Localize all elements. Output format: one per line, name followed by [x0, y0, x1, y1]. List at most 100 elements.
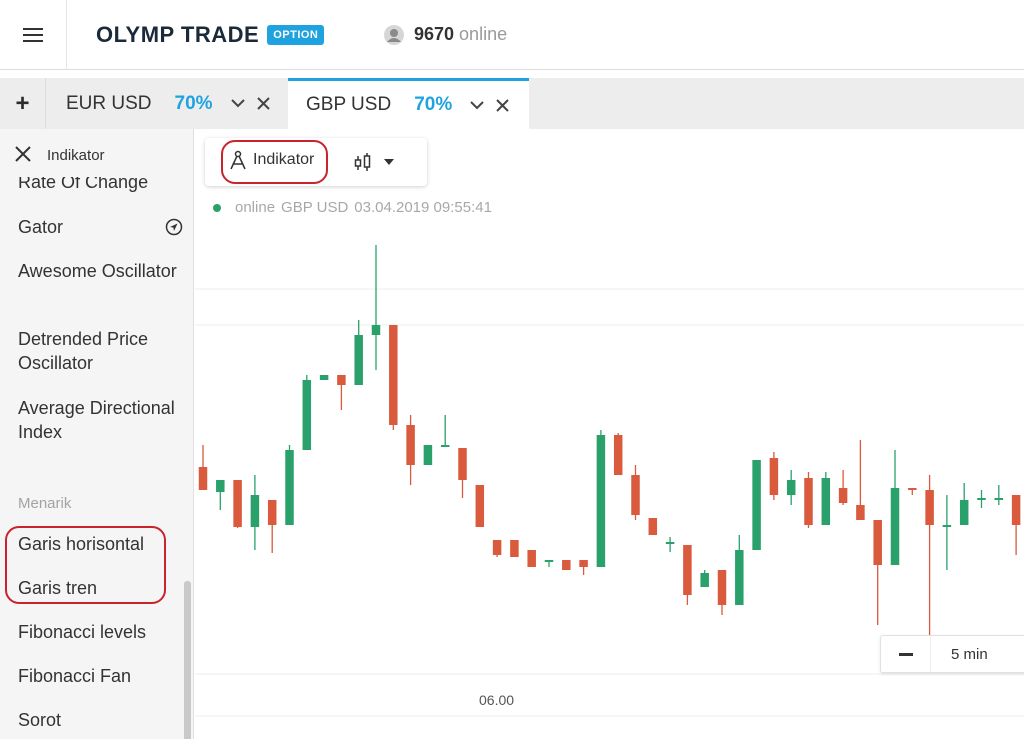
candle-body-down	[562, 560, 571, 570]
sidebar-item-average-directional-index[interactable]: Average Directional Index	[18, 396, 183, 444]
hamburger-icon	[23, 28, 43, 42]
candle-body-down	[838, 488, 848, 503]
online-status-dot	[213, 203, 221, 212]
candle-body-up	[977, 498, 986, 500]
candle-body-down	[510, 540, 519, 557]
online-count: 9670	[414, 24, 455, 44]
sidebar-item-garis-tren[interactable]: Garis tren	[18, 576, 183, 600]
logo-text: OLYMP TRADE	[96, 22, 260, 47]
caret-down-icon	[384, 159, 394, 165]
candle-body-down	[856, 505, 865, 520]
candle-body-down	[579, 560, 588, 567]
add-tab-button[interactable]: +	[0, 78, 46, 129]
candle-body-down	[908, 488, 917, 490]
chevron-down-icon[interactable]	[230, 99, 245, 108]
candle-body-up	[700, 573, 709, 587]
zoom-out-button[interactable]	[881, 636, 931, 672]
compass-icon	[230, 150, 246, 170]
indicator-sidebar: Rate Of Change Indikator Gator Awesome O…	[0, 129, 194, 739]
candle-body-down	[233, 480, 242, 527]
tab-asset-name: EUR USD	[66, 92, 152, 114]
sidebar-item-sorot[interactable]: Sorot	[18, 708, 183, 732]
minus-icon	[898, 652, 913, 656]
candle-body-down	[804, 478, 813, 525]
indicator-button[interactable]: Indikator	[229, 150, 314, 170]
candle-body-up	[821, 478, 831, 525]
sidebar-item-awesome-oscillator[interactable]: Awesome Oscillator	[18, 259, 183, 283]
candle-body-down	[389, 325, 398, 425]
live-status: online GBP USD 03.04.2019 09:55:41	[213, 199, 492, 216]
tab-payout-percent: 70%	[174, 92, 213, 114]
close-icon[interactable]	[496, 98, 509, 112]
candle-body-up	[354, 335, 363, 385]
candle-body-down	[631, 475, 640, 515]
candle-body-up	[959, 500, 969, 525]
tab-eur-usd[interactable]: EUR USD 70%	[46, 78, 288, 129]
hamburger-menu-button[interactable]	[0, 0, 67, 70]
live-datetime: 03.04.2019 09:55:41	[354, 199, 492, 216]
online-users: 9670 online	[384, 24, 507, 45]
candle-body-down	[925, 490, 934, 525]
sidebar-item-label: Gator	[18, 217, 64, 237]
candle-body-up	[423, 445, 433, 465]
chevron-down-icon[interactable]	[470, 100, 484, 110]
candle-body-down	[769, 458, 779, 495]
candlestick-icon	[354, 153, 371, 171]
sidebar-item-gator[interactable]: Gator	[18, 215, 183, 239]
sidebar-header: Indikator	[0, 129, 193, 177]
timeframe-control: 5 min	[880, 635, 1024, 673]
user-icon	[384, 24, 404, 45]
candle-body-up	[216, 480, 225, 492]
candle-body-down	[873, 520, 882, 565]
candle-body-down	[458, 448, 467, 480]
indicator-button-label: Indikator	[253, 151, 315, 168]
sidebar-item-garis-horisontal[interactable]: Garis horisontal	[18, 532, 183, 556]
tab-payout-percent: 70%	[414, 94, 453, 115]
candle-body-down	[267, 500, 277, 525]
candle-body-up	[596, 435, 606, 567]
sidebar-item-fibonacci-levels[interactable]: Fibonacci levels	[18, 620, 183, 644]
sidebar-section-title: Menarik	[18, 495, 72, 512]
candle-body-up	[994, 498, 1004, 500]
candle-body-up	[890, 488, 900, 565]
sidebar-item-fibonacci-fan[interactable]: Fibonacci Fan	[18, 664, 183, 688]
candle-body-down	[527, 550, 536, 567]
live-pair: GBP USD	[281, 199, 349, 216]
candle-body-up	[371, 325, 381, 335]
candle-body-up	[752, 460, 761, 550]
candle-body-up	[786, 480, 796, 495]
candle-body-down	[683, 545, 692, 595]
logo-badge: OPTION	[267, 25, 325, 45]
candles-group	[198, 245, 1021, 650]
navigate-icon[interactable]	[165, 218, 183, 236]
candle-body-up	[440, 445, 450, 447]
tab-gbp-usd[interactable]: GBP USD 70%	[288, 78, 529, 129]
sidebar-item-detrended-price-oscillator[interactable]: Detrended Price Oscillator	[18, 327, 183, 375]
chart-type-button[interactable]	[353, 152, 395, 172]
candle-body-up	[302, 380, 312, 450]
candle-body-down	[492, 540, 502, 555]
candle-body-down	[475, 485, 485, 527]
brand-logo[interactable]: OLYMP TRADE OPTION	[96, 22, 325, 48]
asset-tabs: + EUR USD 70% GBP USD 70%	[0, 78, 1024, 129]
candle-body-down	[648, 518, 658, 535]
close-icon[interactable]	[14, 145, 32, 163]
timeframe-label: 5 min	[951, 646, 988, 663]
sidebar-scrollbar[interactable]	[184, 581, 191, 739]
candle-body-down	[198, 467, 208, 490]
candle-body-up	[942, 525, 952, 527]
candle-body-up	[285, 450, 294, 525]
candle-body-down	[406, 425, 415, 465]
candle-body-down	[337, 375, 346, 385]
candle-body-up	[319, 375, 329, 380]
tab-asset-name: GBP USD	[306, 94, 392, 115]
top-header: OLYMP TRADE OPTION 9670 online	[0, 0, 1024, 70]
candle-body-up	[544, 560, 554, 562]
candle-body-up	[250, 495, 260, 527]
chart-area[interactable]: Indikator online GBP USD 03.04.2019 09:5…	[195, 129, 1024, 739]
candle-body-down	[717, 570, 727, 605]
close-icon[interactable]	[256, 97, 270, 110]
x-axis-time-label: 06.00	[479, 692, 515, 708]
chart-toolbar: Indikator	[205, 138, 427, 186]
candle-body-up	[735, 550, 744, 605]
